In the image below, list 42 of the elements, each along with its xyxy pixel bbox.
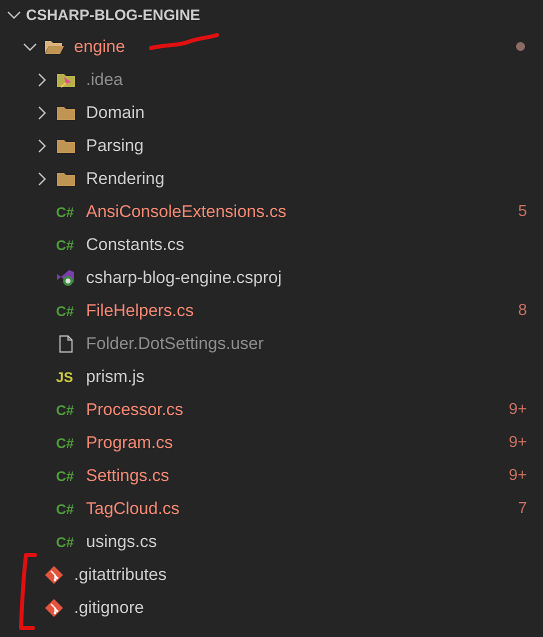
open-folder-icon	[44, 38, 64, 54]
file-name[interactable]: Processor.cs	[86, 400, 501, 420]
diamond-branch-icon	[44, 598, 64, 618]
section-title[interactable]: CSHARP-BLOG-ENGINE	[26, 6, 200, 24]
csharp-file-icon: C#	[56, 236, 76, 252]
problem-count: 7	[518, 500, 527, 518]
problem-count: 8	[518, 302, 527, 320]
csharp-file-icon: C#	[56, 468, 76, 484]
file-name[interactable]: .gitignore	[74, 598, 527, 618]
folder-name[interactable]: Parsing	[86, 136, 527, 156]
file-name[interactable]: Constants.cs	[86, 234, 527, 254]
folder-name[interactable]: engine	[74, 36, 516, 56]
csharp-file-icon: C#	[56, 500, 76, 516]
csharp-file-icon: C#	[56, 402, 76, 418]
folder-icon	[56, 138, 76, 154]
folder-name[interactable]: Domain	[86, 102, 527, 122]
csharp-file-icon: C#	[56, 204, 76, 220]
js-file-icon: JS	[56, 368, 76, 384]
file-name[interactable]: csharp-blog-engine.csproj	[86, 268, 527, 288]
file-name[interactable]: prism.js	[86, 366, 527, 386]
file-name[interactable]: usings.cs	[86, 532, 527, 552]
project-icon	[56, 268, 76, 286]
folder-icon	[56, 170, 76, 186]
file-name[interactable]: TagCloud.cs	[86, 498, 510, 518]
problem-count: 5	[518, 202, 527, 220]
problem-count: 9+	[508, 466, 527, 484]
file-name[interactable]: AnsiConsoleExtensions.cs	[86, 202, 510, 222]
folder-name[interactable]: Rendering	[86, 168, 527, 188]
file-name[interactable]: FileHelpers.cs	[86, 300, 510, 320]
csharp-file-icon: C#	[56, 302, 76, 318]
file-name[interactable]: .gitattributes	[74, 564, 527, 584]
file-name[interactable]: Folder.DotSettings.user	[86, 334, 527, 354]
csharp-file-icon: C#	[56, 434, 76, 450]
problem-count: 9+	[508, 400, 527, 418]
folder-icon	[56, 104, 76, 120]
csharp-file-icon: C#	[56, 534, 76, 550]
file-name[interactable]: Program.cs	[86, 432, 501, 452]
file-name[interactable]: Settings.cs	[86, 466, 501, 486]
folder-logo-icon	[56, 72, 76, 88]
problem-count: 9+	[508, 434, 527, 452]
folder-name[interactable]: .idea	[86, 70, 527, 90]
diamond-branch-icon	[44, 564, 64, 584]
